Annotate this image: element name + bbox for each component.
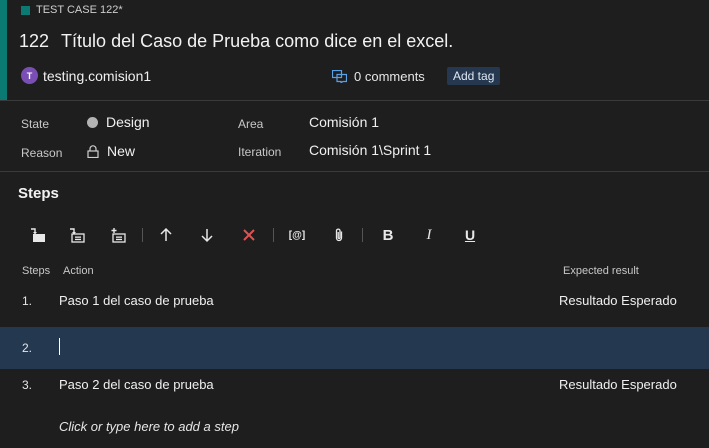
step-row-selected[interactable]: 2. [0, 327, 709, 369]
state-indicator-icon [87, 116, 98, 128]
add-tag-button[interactable]: Add tag [447, 67, 501, 85]
insert-shared-steps-button[interactable] [67, 225, 87, 245]
action-column-header: Action [63, 265, 94, 277]
work-item-fields: State Design Reason New Area Comisión 1 … [0, 101, 709, 171]
create-shared-steps-button[interactable] [108, 225, 128, 245]
iteration-field[interactable]: Comisión 1\Sprint 1 [309, 142, 431, 158]
work-item-id: 122 [19, 31, 50, 51]
assigned-user[interactable]: T testing.comision1 [21, 67, 151, 84]
work-item-type: TEST CASE 122* [21, 4, 123, 16]
toolbar-separator [142, 228, 143, 242]
work-item-title[interactable]: 122 Título del Caso de Prueba como dice e… [19, 31, 453, 52]
delete-icon [243, 229, 255, 241]
comments-link[interactable]: 0 comments [332, 69, 425, 84]
steps-column-header: Steps [22, 265, 51, 277]
arrow-down-icon [201, 229, 213, 243]
step-number: 3. [22, 378, 33, 392]
move-step-up-button[interactable] [156, 225, 176, 245]
area-value: Comisión 1 [309, 114, 380, 130]
steps-toolbar: [@] B I U [24, 225, 504, 247]
step-row[interactable]: 1. Paso 1 del caso de prueba Resultado E… [0, 280, 709, 322]
italic-button[interactable]: I [419, 225, 439, 245]
underline-button[interactable]: U [460, 225, 480, 245]
bold-button[interactable]: B [378, 225, 398, 245]
step-number: 2. [22, 341, 33, 355]
assigned-user-name: testing.comision1 [43, 67, 152, 84]
attachment-button[interactable] [329, 225, 349, 245]
area-label: Area [238, 117, 264, 131]
iteration-label: Iteration [238, 145, 282, 159]
area-field[interactable]: Comisión 1 [309, 114, 379, 130]
create-shared-steps-icon [111, 228, 126, 243]
state-label: State [21, 117, 50, 131]
state-field[interactable]: Design [87, 114, 150, 130]
insert-step-button[interactable] [28, 225, 48, 245]
test-case-icon [21, 5, 30, 15]
arrow-up-icon [160, 227, 172, 241]
fields-divider [0, 171, 709, 172]
work-item-type-label: TEST CASE 122* [36, 4, 123, 16]
text-cursor [59, 338, 60, 355]
reason-label: Reason [21, 146, 63, 160]
insert-parameter-button[interactable]: [@] [287, 225, 307, 245]
add-step-placeholder[interactable]: Click or type here to add a step [59, 419, 239, 434]
step-expected-result[interactable]: Resultado Esperado [559, 293, 677, 308]
avatar: T [21, 67, 38, 84]
step-expected-result[interactable]: Resultado Esperado [559, 377, 677, 392]
delete-step-button[interactable] [239, 225, 259, 245]
iteration-value: Comisión 1\Sprint 1 [309, 142, 432, 158]
comments-count: 0 comments [354, 69, 425, 84]
reason-value: New [107, 143, 136, 159]
work-item-title-text[interactable]: Título del Caso de Prueba como dice en e… [61, 31, 453, 51]
reason-field[interactable]: New [87, 143, 135, 159]
steps-section-title: Steps [18, 185, 59, 202]
work-item-header: TEST CASE 122* 122 Título del Caso de Pru… [0, 0, 709, 100]
move-step-down-button[interactable] [197, 225, 217, 245]
toolbar-separator [362, 228, 363, 242]
step-action[interactable]: Paso 1 del caso de prueba [59, 293, 214, 308]
step-action[interactable]: Paso 2 del caso de prueba [59, 377, 214, 392]
paperclip-icon [335, 228, 343, 242]
comment-icon [332, 70, 347, 83]
insert-shared-steps-icon [70, 228, 85, 243]
state-value: Design [106, 114, 150, 130]
step-number: 1. [22, 294, 33, 308]
expected-result-column-header: Expected result [563, 265, 639, 277]
insert-step-icon [31, 228, 45, 242]
step-row[interactable]: 3. Paso 2 del caso de prueba Resultado E… [0, 364, 709, 406]
toolbar-separator [273, 228, 274, 242]
lock-icon [87, 144, 99, 158]
